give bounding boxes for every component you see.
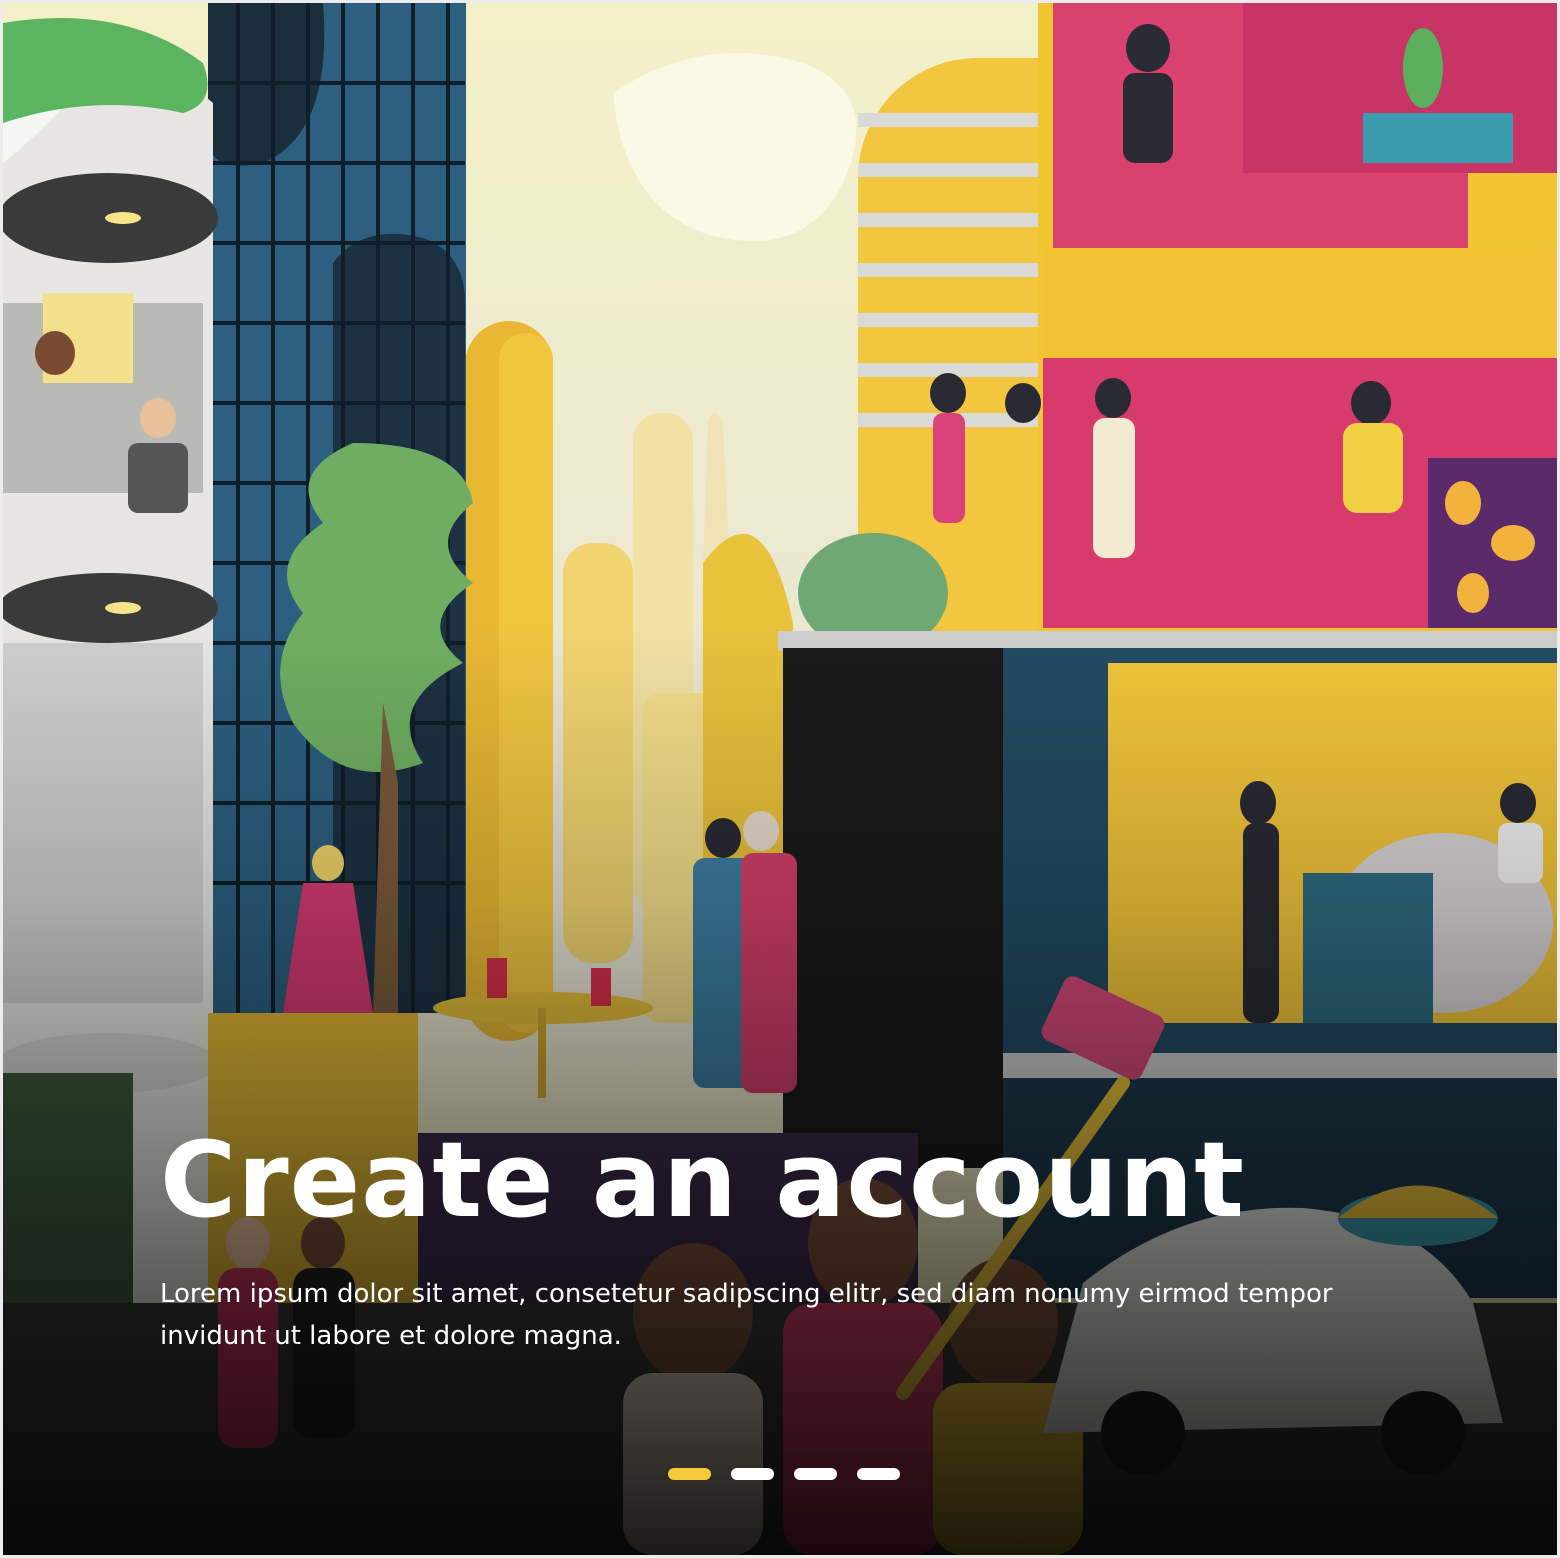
pagination-dot-active[interactable] [668, 1468, 711, 1480]
pagination-dot[interactable] [731, 1468, 774, 1480]
onboarding-slide: Create an account Lorem ipsum dolor sit … [3, 3, 1557, 1555]
pagination-dot[interactable] [794, 1468, 837, 1480]
pagination-indicators [668, 1468, 900, 1480]
slide-title: Create an account [160, 1119, 1245, 1241]
pagination-dot[interactable] [857, 1468, 900, 1480]
slide-description: Lorem ipsum dolor sit amet, consetetur s… [160, 1279, 1333, 1351]
